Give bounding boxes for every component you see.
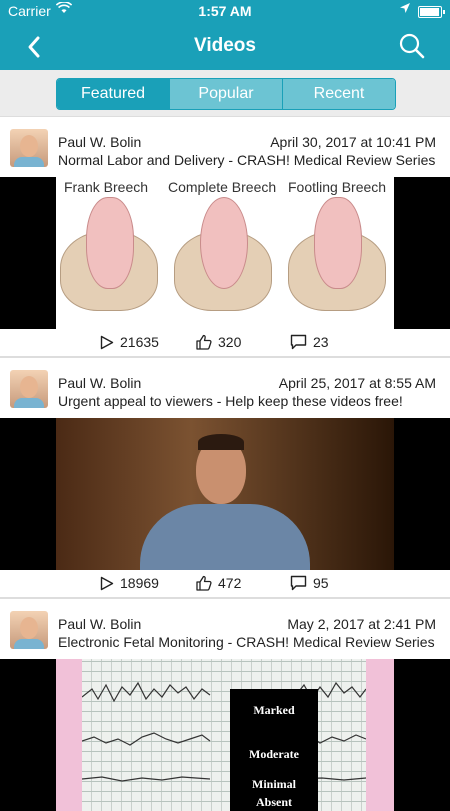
post-header: Paul W. Bolin April 30, 2017 at 10:41 PM…: [0, 117, 450, 177]
fetus-illustration: [86, 197, 134, 289]
comments-stat[interactable]: 23: [290, 334, 329, 350]
comments-stat[interactable]: 95: [290, 575, 329, 591]
variability-label: Minimal: [252, 777, 296, 791]
views-stat[interactable]: 18969: [100, 575, 159, 591]
fetus-illustration: [314, 197, 362, 289]
video-feed: Paul W. Bolin April 30, 2017 at 10:41 PM…: [0, 116, 450, 811]
author-name: Paul W. Bolin: [58, 616, 142, 632]
variability-label: Marked: [253, 703, 295, 717]
author-name: Paul W. Bolin: [58, 375, 142, 391]
battery-icon: [418, 6, 445, 18]
comment-icon: [290, 334, 307, 350]
likes-stat[interactable]: 320: [196, 334, 241, 350]
avatar[interactable]: [10, 129, 48, 167]
thumbs-up-icon: [196, 334, 212, 350]
thumbs-up-icon: [196, 575, 212, 591]
post-date: May 2, 2017 at 2:41 PM: [287, 616, 436, 632]
play-icon: [100, 335, 114, 349]
post-header: Paul W. Bolin April 25, 2017 at 8:55 AM …: [0, 358, 450, 418]
search-button[interactable]: [398, 32, 426, 60]
segmented-control: Featured Popular Recent: [56, 78, 396, 110]
person-hair: [198, 434, 244, 450]
thumbnail-label: Frank Breech: [64, 179, 149, 195]
segment-bar: Featured Popular Recent: [0, 70, 450, 116]
post-header: Paul W. Bolin May 2, 2017 at 2:41 PM Ele…: [0, 599, 450, 659]
post-date: April 25, 2017 at 8:55 AM: [278, 375, 436, 391]
thumbnail-image: [56, 418, 394, 570]
video-post[interactable]: Paul W. Bolin April 25, 2017 at 8:55 AM …: [0, 357, 450, 598]
video-thumbnail[interactable]: [0, 418, 450, 570]
comment-icon: [290, 575, 307, 591]
avatar[interactable]: [10, 370, 48, 408]
video-stats: 21635 320 23: [0, 329, 450, 357]
likes-count: 472: [218, 575, 242, 591]
segment-recent[interactable]: Recent: [282, 79, 395, 109]
likes-stat[interactable]: 472: [196, 575, 241, 591]
video-thumbnail[interactable]: Marked Moderate Minimal Absent: [0, 659, 450, 811]
thumbnail-image: Frank Breech Complete Breech Footling Br…: [56, 177, 394, 329]
play-icon: [100, 576, 114, 590]
views-count: 21635: [120, 334, 159, 350]
video-title[interactable]: Normal Labor and Delivery - CRASH! Medic…: [58, 152, 438, 168]
variability-label: Moderate: [249, 747, 299, 761]
likes-count: 320: [218, 334, 242, 350]
comments-count: 23: [313, 334, 329, 350]
video-thumbnail[interactable]: Frank Breech Complete Breech Footling Br…: [0, 177, 450, 329]
video-post[interactable]: Paul W. Bolin May 2, 2017 at 2:41 PM Ele…: [0, 598, 450, 811]
video-title[interactable]: Electronic Fetal Monitoring - CRASH! Med…: [58, 634, 438, 650]
page-title: Videos: [194, 35, 256, 56]
thumbnail-label: Complete Breech: [168, 179, 277, 195]
status-bar: Carrier 1:57 AM: [0, 0, 450, 22]
location-arrow-icon: [400, 3, 410, 17]
video-title[interactable]: Urgent appeal to viewers - Help keep the…: [58, 393, 438, 409]
segment-popular[interactable]: Popular: [169, 79, 282, 109]
author-name: Paul W. Bolin: [58, 134, 142, 150]
tracing-lines: [81, 681, 367, 782]
video-post[interactable]: Paul W. Bolin April 30, 2017 at 10:41 PM…: [0, 116, 450, 357]
views-stat[interactable]: 21635: [100, 334, 159, 350]
search-icon: [399, 33, 425, 59]
avatar[interactable]: [10, 611, 48, 649]
status-time: 1:57 AM: [198, 3, 252, 19]
segment-featured[interactable]: Featured: [57, 79, 169, 109]
views-count: 18969: [120, 575, 159, 591]
variability-label: Absent: [255, 795, 292, 809]
post-date: April 30, 2017 at 10:41 PM: [270, 134, 436, 150]
thumbnail-image: Marked Moderate Minimal Absent: [56, 659, 394, 811]
thumbnail-label: Footling Breech: [288, 179, 387, 195]
nav-bar: Carrier 1:57 AM Videos: [0, 0, 450, 70]
video-stats: 18969 472 95: [0, 570, 450, 598]
fetus-illustration: [200, 197, 248, 289]
fetal-heart-tracing: Marked Moderate Minimal Absent: [81, 659, 367, 811]
variability-labels: Marked Moderate Minimal Absent: [230, 689, 318, 811]
comments-count: 95: [313, 575, 329, 591]
